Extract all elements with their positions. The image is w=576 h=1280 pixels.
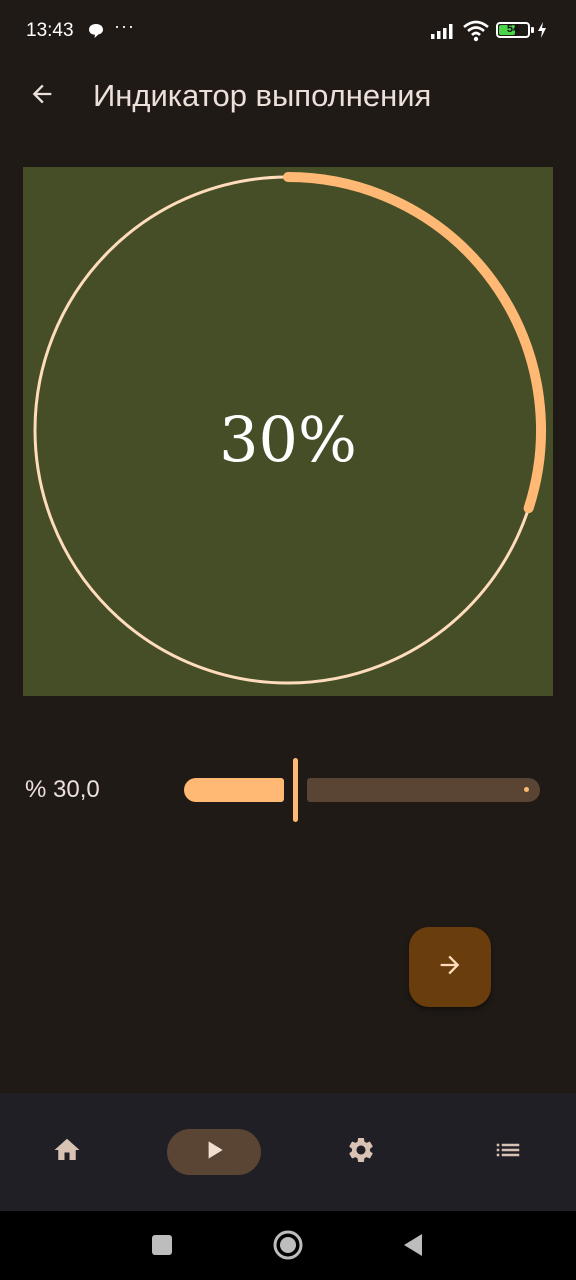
- next-fab-button[interactable]: [409, 927, 491, 1007]
- system-back-button[interactable]: [397, 1231, 429, 1263]
- slider-active-track: [184, 778, 284, 802]
- page-title: Индикатор выполнения: [93, 78, 432, 113]
- more-notifications-icon: ···: [114, 16, 135, 36]
- home-circle-icon: [272, 1229, 304, 1266]
- slider-handle[interactable]: [293, 758, 298, 822]
- battery-level: 54: [506, 23, 520, 35]
- nav-item-settings[interactable]: [314, 1129, 408, 1175]
- chat-bubble-icon: [87, 22, 105, 45]
- nav-item-home[interactable]: [20, 1129, 114, 1175]
- system-navigation-bar: [0, 1211, 576, 1280]
- play-icon: [201, 1137, 227, 1168]
- wifi-icon: [462, 20, 490, 47]
- battery-icon: 54: [496, 22, 530, 38]
- signal-icon: [430, 22, 458, 45]
- recents-square-icon: [150, 1233, 174, 1262]
- home-icon: [52, 1135, 82, 1170]
- nav-item-list[interactable]: [461, 1129, 555, 1175]
- arrow-back-icon: [28, 80, 56, 113]
- gear-icon: [346, 1135, 376, 1170]
- system-home-button[interactable]: [272, 1229, 304, 1266]
- progress-slider[interactable]: [184, 756, 540, 824]
- slider-inactive-track: [307, 778, 540, 802]
- status-bar: 13:43 ··· 54: [0, 0, 576, 62]
- list-icon: [493, 1135, 523, 1170]
- battery-tip: [531, 27, 534, 33]
- recents-button[interactable]: [146, 1231, 178, 1263]
- bottom-navigation: [0, 1093, 576, 1211]
- status-time: 13:43: [26, 20, 74, 41]
- back-triangle-icon: [400, 1232, 426, 1263]
- slider-stop-indicator: [524, 787, 529, 792]
- nav-item-play[interactable]: [167, 1129, 261, 1175]
- progress-percent-label: 30%: [219, 403, 357, 476]
- app-bar: Индикатор выполнения: [0, 62, 576, 132]
- slider-value-label: % 30,0: [25, 776, 100, 803]
- screen: 13:43 ··· 54 Индикатор выполнения 30% % …: [0, 0, 576, 1280]
- arrow-forward-icon: [436, 951, 464, 984]
- circular-progress-panel: 30%: [23, 167, 553, 696]
- charging-icon: [536, 21, 548, 44]
- back-button[interactable]: [20, 74, 64, 118]
